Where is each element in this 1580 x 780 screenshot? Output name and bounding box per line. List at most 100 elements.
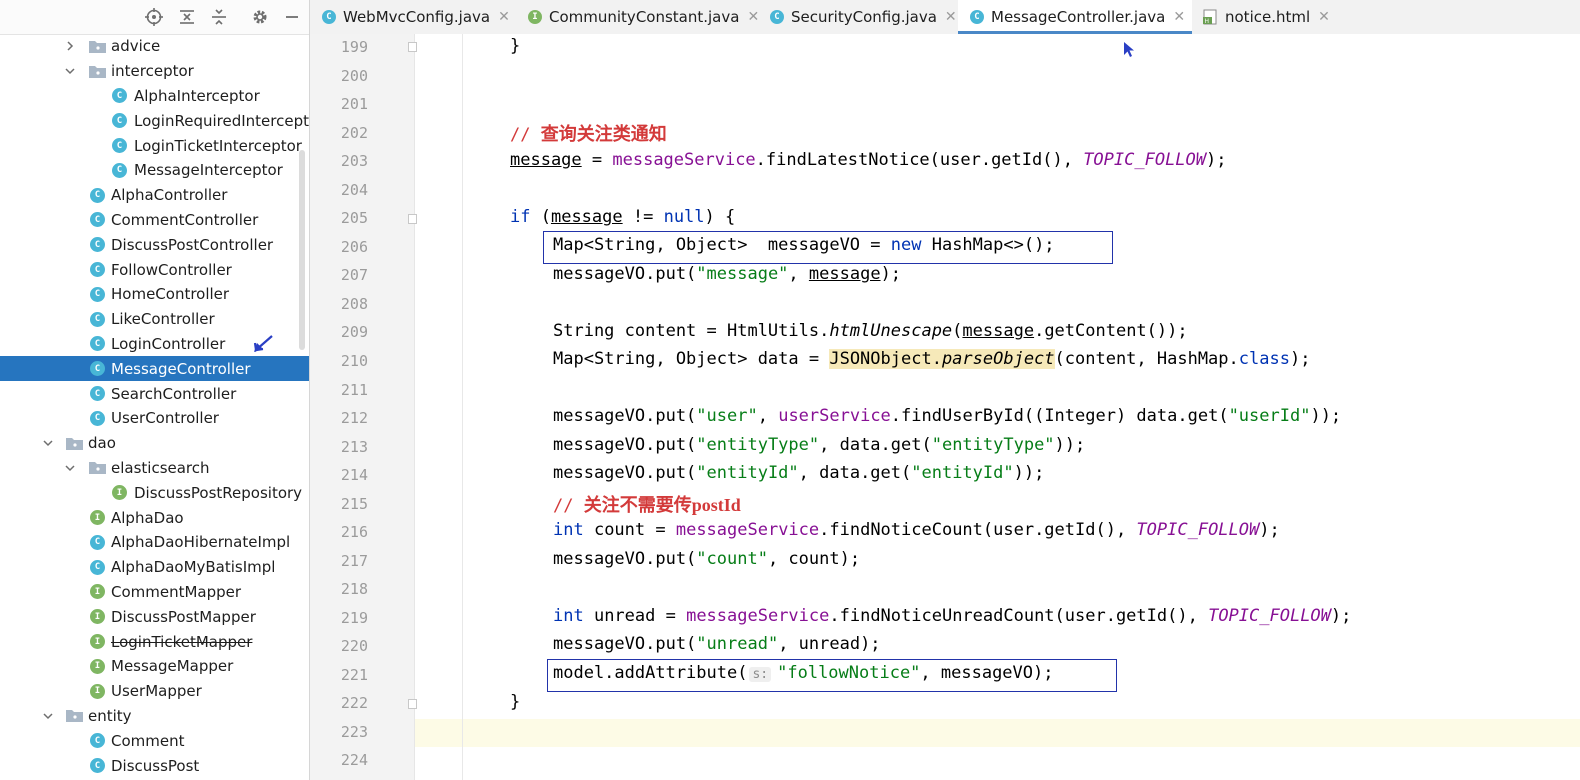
- fold-marker-icon[interactable]: [408, 699, 417, 709]
- line-number: 221: [340, 666, 368, 684]
- tree-class-commentcontroller[interactable]: C CommentController: [0, 208, 309, 233]
- highlight-box: [543, 231, 1113, 264]
- chevron-down-icon[interactable]: [42, 710, 54, 722]
- tree-class-searchcontroller[interactable]: C SearchController: [0, 381, 309, 406]
- line-number: 219: [340, 609, 368, 627]
- code-editor[interactable]: 199 200 201 202 203 204 205 206 207 208 …: [310, 34, 1580, 780]
- code-line-210: Map<String, Object> data = JSONObject.pa…: [553, 349, 1311, 369]
- minimize-icon[interactable]: [281, 7, 303, 27]
- line-number: 205: [340, 209, 368, 227]
- line-number: 224: [340, 751, 368, 769]
- collapse-all-icon[interactable]: [208, 7, 230, 27]
- tree-item-label: LoginTicketMapper: [111, 632, 253, 651]
- expand-all-icon[interactable]: [176, 7, 198, 27]
- class-icon: C: [112, 88, 127, 104]
- code-line-217: messageVO.put("count", count);: [553, 549, 861, 569]
- class-icon: C: [90, 410, 105, 426]
- tree-interface-discusspostrepository[interactable]: I DiscussPostRepository: [0, 480, 309, 505]
- line-number: 208: [340, 295, 368, 313]
- fold-marker-icon[interactable]: [408, 214, 417, 224]
- tree-folder-dao[interactable]: dao: [0, 431, 309, 456]
- tab-label: MessageController.java: [991, 8, 1166, 26]
- tree-folder-advice[interactable]: advice: [0, 34, 309, 59]
- tree-class-messagecontroller[interactable]: C MessageController: [0, 356, 309, 382]
- tree-interface-commentmapper[interactable]: I CommentMapper: [0, 580, 309, 605]
- class-icon: C: [90, 559, 105, 575]
- svg-text:H: H: [1205, 18, 1210, 25]
- chevron-down-icon[interactable]: [42, 437, 54, 449]
- class-icon: C: [90, 286, 105, 302]
- tree-class-loginticketinterceptor[interactable]: C LoginTicketInterceptor: [0, 133, 309, 158]
- close-icon[interactable]: ✕: [498, 9, 510, 25]
- chevron-down-icon[interactable]: [64, 65, 76, 77]
- tree-class-likecontroller[interactable]: C LikeController: [0, 307, 309, 332]
- line-number: 215: [340, 495, 368, 513]
- tree-class-discusspost[interactable]: C DiscussPost: [0, 753, 309, 778]
- code-line-209: String content = HtmlUtils.htmlUnescape(…: [553, 321, 1188, 341]
- sidebar-scrollbar[interactable]: [299, 150, 305, 350]
- close-icon[interactable]: ✕: [747, 9, 759, 25]
- line-number: 200: [340, 67, 368, 85]
- close-icon[interactable]: ✕: [1173, 9, 1185, 25]
- tab-communityconstant[interactable]: I CommunityConstant.java ✕: [518, 0, 766, 34]
- tab-notice-html[interactable]: H notice.html ✕: [1192, 0, 1342, 34]
- tree-item-label: LoginController: [111, 334, 226, 353]
- tree-class-messageinterceptor[interactable]: C MessageInterceptor: [0, 158, 309, 183]
- tree-item-label: Comment: [111, 731, 185, 750]
- arrow-pointer-icon: [253, 334, 273, 352]
- code-line-222: }: [510, 692, 521, 712]
- tree-item-label: LoginTicketInterceptor: [134, 136, 302, 155]
- tree-class-alphadaomybatisimpl[interactable]: C AlphaDaoMyBatisImpl: [0, 555, 309, 580]
- gear-icon[interactable]: [249, 7, 271, 27]
- tree-class-followcontroller[interactable]: C FollowController: [0, 257, 309, 282]
- tree-class-logincontroller[interactable]: C LoginController: [0, 332, 309, 357]
- line-number: 220: [340, 637, 368, 655]
- tab-webmvcconfig[interactable]: C WebMvcConfig.java ✕: [310, 0, 518, 34]
- tree-class-alphainterceptor[interactable]: C AlphaInterceptor: [0, 84, 309, 109]
- tree-item-label: dao: [88, 434, 116, 453]
- fold-marker-icon[interactable]: [408, 42, 417, 52]
- tree-interface-discusspostmapper[interactable]: I DiscussPostMapper: [0, 604, 309, 629]
- tree-interface-alphadao[interactable]: I AlphaDao: [0, 505, 309, 530]
- tree-interface-messagemapper[interactable]: I MessageMapper: [0, 654, 309, 679]
- tree-class-comment[interactable]: C Comment: [0, 728, 309, 753]
- tree-folder-entity[interactable]: entity: [0, 704, 309, 729]
- interface-icon: I: [90, 510, 105, 526]
- line-number: 201: [340, 95, 368, 113]
- line-number: 214: [340, 466, 368, 484]
- class-icon: C: [90, 386, 105, 402]
- line-number: 207: [340, 266, 368, 284]
- close-icon[interactable]: ✕: [945, 9, 957, 25]
- line-number: 199: [340, 38, 368, 56]
- tab-securityconfig[interactable]: C SecurityConfig.java ✕: [766, 0, 958, 34]
- tree-interface-usermapper[interactable]: I UserMapper: [0, 679, 309, 704]
- tree-class-discusspostcontroller[interactable]: C DiscussPostController: [0, 232, 309, 257]
- tree-class-alphacontroller[interactable]: C AlphaController: [0, 183, 309, 208]
- tree-class-usercontroller[interactable]: C UserController: [0, 406, 309, 431]
- class-icon: C: [90, 534, 105, 550]
- class-icon: C: [90, 237, 105, 253]
- locate-icon[interactable]: [143, 7, 165, 27]
- tab-messagecontroller[interactable]: C MessageController.java ✕: [958, 0, 1192, 34]
- package-folder-icon: [89, 462, 106, 475]
- tree-folder-elasticsearch[interactable]: elasticsearch: [0, 456, 309, 481]
- interface-icon: I: [90, 584, 105, 600]
- line-number: 218: [340, 580, 368, 598]
- tree-interface-loginticketmapper[interactable]: I LoginTicketMapper: [0, 629, 309, 654]
- tree-class-alphadaohibernateimpl[interactable]: C AlphaDaoHibernateImpl: [0, 530, 309, 555]
- line-number: 203: [340, 152, 368, 170]
- tree-class-homecontroller[interactable]: C HomeController: [0, 282, 309, 307]
- close-icon[interactable]: ✕: [1318, 9, 1330, 25]
- chevron-down-icon[interactable]: [64, 462, 76, 474]
- line-number: 216: [340, 523, 368, 541]
- tree-item-label: AlphaController: [111, 186, 228, 205]
- tree-class-loginrequiredinterceptor[interactable]: C LoginRequiredIntercept: [0, 108, 309, 133]
- tree-folder-interceptor[interactable]: interceptor: [0, 59, 309, 84]
- class-icon: C: [970, 10, 984, 24]
- tree-item-label: LoginRequiredIntercept: [134, 111, 309, 130]
- chevron-right-icon[interactable]: [64, 40, 76, 52]
- tree-item-label: HomeController: [111, 285, 230, 304]
- project-toolbar: [0, 0, 309, 35]
- tree-item-label: MessageMapper: [111, 657, 234, 676]
- code-line-215-comment: // 关注不需要传postId: [553, 495, 741, 516]
